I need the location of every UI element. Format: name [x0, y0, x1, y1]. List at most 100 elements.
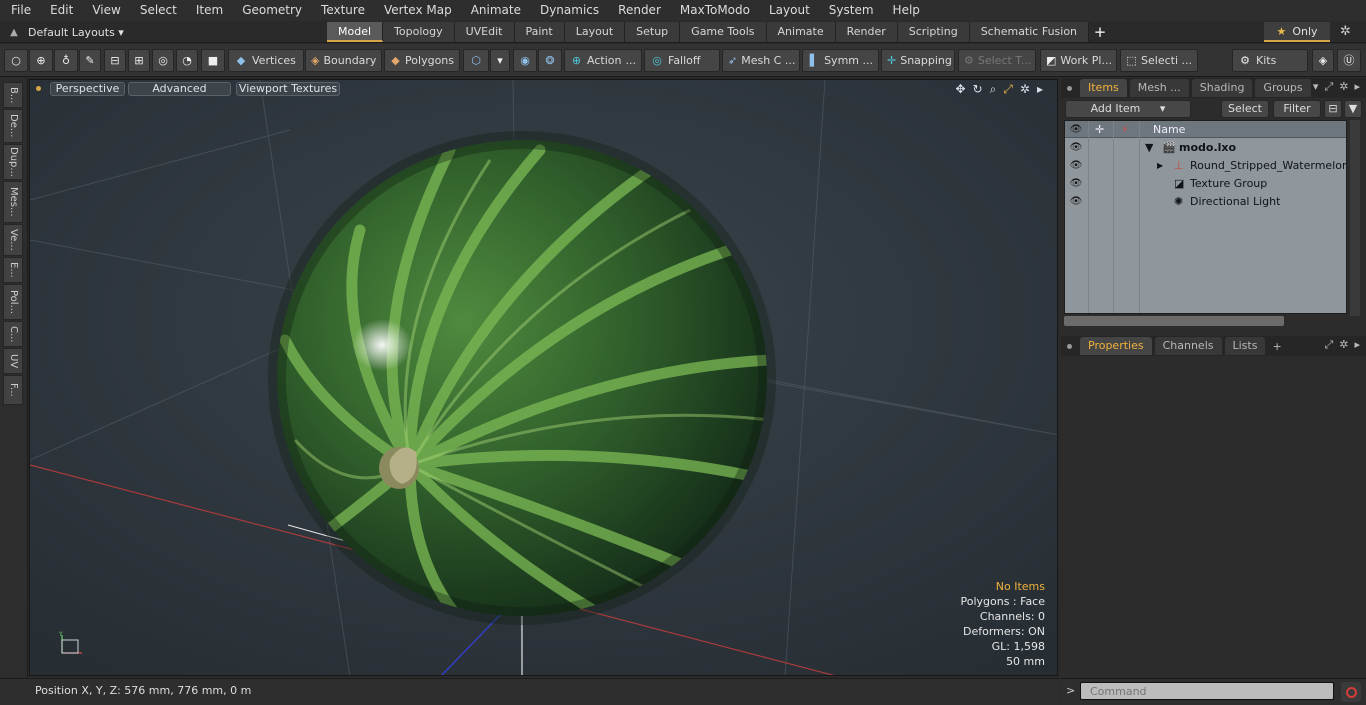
- pie-button[interactable]: ◔: [176, 49, 198, 72]
- panel-dot-icon[interactable]: [1067, 343, 1072, 349]
- boundary-button[interactable]: ◈ Boundary: [305, 49, 382, 72]
- layouts-home-icon[interactable]: ▲: [0, 27, 28, 38]
- funnel-button[interactable]: ▼: [1344, 100, 1362, 118]
- menu-file[interactable]: File: [0, 0, 39, 21]
- menu-vertex-map[interactable]: Vertex Map: [373, 0, 460, 21]
- tab-setup[interactable]: Setup: [625, 22, 681, 42]
- menu-select[interactable]: Select: [129, 0, 185, 21]
- select-button[interactable]: Select: [1221, 100, 1269, 118]
- viewport-menu-dot[interactable]: [36, 86, 41, 91]
- perspective-button[interactable]: Perspective: [50, 82, 125, 96]
- tab-channels[interactable]: Channels: [1154, 337, 1222, 355]
- left-tab-polygon[interactable]: Pol...: [3, 284, 23, 320]
- item-list-vscroll[interactable]: [1350, 120, 1360, 316]
- item-row-directional-light[interactable]: 👁 ✺ Directional Light: [1065, 193, 1346, 211]
- shading-mode-button[interactable]: Advanced: [128, 82, 231, 96]
- align-button[interactable]: ⊟: [104, 49, 126, 72]
- panel-gear-icon[interactable]: ✲: [1339, 338, 1348, 352]
- left-tab-deform[interactable]: De...: [3, 109, 23, 143]
- frame-button[interactable]: ◎: [152, 49, 174, 72]
- left-tab-duplicate[interactable]: Dup...: [3, 144, 23, 180]
- filter-button[interactable]: Filter: [1273, 100, 1321, 118]
- collapse-button[interactable]: ⊟: [1324, 100, 1342, 118]
- menu-maxtomodo[interactable]: MaxToModo: [669, 0, 758, 21]
- record-button[interactable]: [1341, 682, 1361, 702]
- eye-icon[interactable]: 👁: [1069, 193, 1083, 211]
- tab-layout[interactable]: Layout: [564, 22, 626, 42]
- item-mode-button[interactable]: ■: [201, 49, 225, 72]
- tab-lists[interactable]: Lists: [1224, 337, 1266, 355]
- viewport-textures-button[interactable]: Viewport Textures: [236, 82, 340, 96]
- 3d-viewport[interactable]: Perspective Advanced Viewport Textures ✥…: [29, 79, 1058, 676]
- add-tab-button[interactable]: +: [1089, 22, 1111, 42]
- snap-sphere-button[interactable]: ❂: [538, 49, 562, 72]
- gear-icon[interactable]: ✲: [1340, 24, 1351, 39]
- add-properties-tab-button[interactable]: +: [1272, 340, 1281, 353]
- panel-gear-icon[interactable]: ✲: [1339, 80, 1348, 94]
- menu-layout[interactable]: Layout: [758, 0, 818, 21]
- menu-edit[interactable]: Edit: [39, 0, 81, 21]
- tab-mesh[interactable]: Mesh ...: [1129, 79, 1189, 97]
- kits-button[interactable]: ⚙ Kits: [1232, 49, 1308, 72]
- falloff-button[interactable]: ◎ Falloff: [644, 49, 720, 72]
- symmetry-button[interactable]: ▌ Symm ...: [802, 49, 879, 72]
- eye-icon[interactable]: 👁: [1069, 175, 1083, 193]
- vertices-button[interactable]: ◆ Vertices: [228, 49, 304, 72]
- command-input[interactable]: [1080, 682, 1334, 700]
- only-button[interactable]: ★ Only: [1264, 22, 1330, 42]
- tab-topology[interactable]: Topology: [383, 22, 455, 42]
- item-row-texture-group[interactable]: 👁 ◪ Texture Group: [1065, 175, 1346, 193]
- expand-icon[interactable]: ⤢: [1324, 80, 1333, 94]
- tab-scripting[interactable]: Scripting: [897, 22, 970, 42]
- default-layouts-menu[interactable]: ▲ Default Layouts ▾: [0, 21, 124, 43]
- rotate-icon[interactable]: ↻: [973, 82, 983, 97]
- selection-mode-dropdown[interactable]: ▾: [490, 49, 510, 72]
- tab-uvedit[interactable]: UVEdit: [454, 22, 515, 42]
- tab-properties[interactable]: Properties: [1080, 337, 1152, 355]
- chevron-down-icon[interactable]: ▾: [1313, 80, 1319, 94]
- viewport-arrow-icon[interactable]: ▸: [1037, 82, 1043, 97]
- item-list-hscroll[interactable]: [1064, 316, 1284, 326]
- lasso-button[interactable]: ♁: [54, 49, 78, 72]
- tab-shading[interactable]: Shading: [1191, 79, 1253, 97]
- eye-icon[interactable]: 👁: [1069, 157, 1083, 175]
- mesh-constraint-button[interactable]: ➶ Mesh C ...: [722, 49, 800, 72]
- menu-dynamics[interactable]: Dynamics: [529, 0, 607, 21]
- selection-sets-button[interactable]: ⬚ Selecti ...: [1120, 49, 1198, 72]
- pan-icon[interactable]: ✥: [955, 82, 965, 97]
- left-tab-edge[interactable]: E...: [3, 257, 23, 283]
- viewport-gear-icon[interactable]: ✲: [1020, 82, 1030, 97]
- left-tab-vertex[interactable]: Ve...: [3, 224, 23, 256]
- center-button[interactable]: ⊞: [128, 49, 150, 72]
- tab-paint[interactable]: Paint: [514, 22, 565, 42]
- menu-texture[interactable]: Texture: [310, 0, 373, 21]
- panel-arrow-icon[interactable]: ▸: [1354, 80, 1360, 94]
- panel-dot-icon[interactable]: [1067, 85, 1072, 91]
- add-item-button[interactable]: Add Item ▾: [1065, 100, 1191, 118]
- menu-animate[interactable]: Animate: [460, 0, 529, 21]
- zoom-icon[interactable]: ⌕: [990, 82, 997, 97]
- globe-button[interactable]: ⊕: [29, 49, 53, 72]
- unity-button[interactable]: ◈: [1312, 49, 1334, 72]
- menu-render[interactable]: Render: [607, 0, 669, 21]
- tab-groups[interactable]: Groups: [1255, 79, 1311, 97]
- menu-view[interactable]: View: [81, 0, 128, 21]
- polygons-button[interactable]: ◆ Polygons: [384, 49, 460, 72]
- menu-help[interactable]: Help: [882, 0, 928, 21]
- eye-icon[interactable]: 👁: [1069, 139, 1083, 157]
- item-row-scene[interactable]: 👁 ▼ 🎬 modo.lxo: [1065, 139, 1346, 157]
- tab-model[interactable]: Model: [327, 22, 384, 42]
- item-row-mesh[interactable]: 👁 ▶ ⊥ Round_Stripped_Watermelon...: [1065, 157, 1346, 175]
- brush-button[interactable]: ✎: [79, 49, 101, 72]
- select-through-button[interactable]: ⚙ Select T...: [958, 49, 1036, 72]
- symmetry-sphere-button[interactable]: ◉: [513, 49, 537, 72]
- menu-system[interactable]: System: [818, 0, 882, 21]
- left-tab-uv[interactable]: UV: [3, 348, 23, 374]
- select-circle-button[interactable]: ○: [4, 49, 28, 72]
- tab-game-tools[interactable]: Game Tools: [680, 22, 767, 42]
- tab-animate[interactable]: Animate: [766, 22, 836, 42]
- unreal-button[interactable]: Ⓤ: [1337, 49, 1361, 72]
- material-mode-button[interactable]: ⬡: [463, 49, 489, 72]
- maximize-icon[interactable]: ⤢: [1003, 82, 1013, 97]
- menu-item[interactable]: Item: [185, 0, 231, 21]
